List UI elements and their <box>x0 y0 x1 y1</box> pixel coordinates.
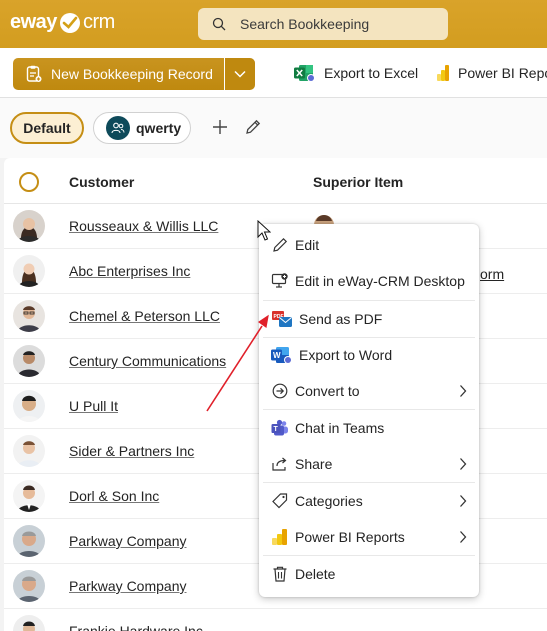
customer-link[interactable]: Parkway Company <box>69 578 187 594</box>
power-bi-icon <box>272 529 287 545</box>
command-bar: New Bookkeeping Record Export to Excel P… <box>0 48 547 98</box>
view-qwerty-label: qwerty <box>136 120 182 136</box>
views-bar: Default qwerty <box>0 98 547 158</box>
chevron-right-icon <box>460 458 467 470</box>
avatar <box>13 345 45 377</box>
avatar <box>13 435 45 467</box>
grid-header: Customer Superior Item <box>4 158 547 204</box>
menu-label: Chat in Teams <box>295 420 385 436</box>
view-qwerty-pill[interactable]: qwerty <box>93 112 191 144</box>
menu-item-edit[interactable]: Edit <box>259 227 479 263</box>
customer-link[interactable]: Frankie Hardware Inc <box>69 623 203 631</box>
convert-arrow-icon <box>272 383 288 399</box>
menu-label: Power BI Reports <box>295 529 405 545</box>
export-to-excel-button[interactable]: Export to Excel <box>294 64 418 82</box>
svg-text:T: T <box>274 426 279 433</box>
teams-icon: T <box>271 419 288 436</box>
edit-view-pencil-icon[interactable] <box>244 118 262 136</box>
customer-link[interactable]: Dorl & Son Inc <box>69 488 159 504</box>
avatar <box>13 480 45 512</box>
view-default-pill[interactable]: Default <box>10 112 84 144</box>
avatar <box>13 525 45 557</box>
avatar <box>13 210 45 242</box>
desktop-edit-icon <box>271 273 288 288</box>
customer-link[interactable]: U Pull It <box>69 398 118 414</box>
avatar <box>13 570 45 602</box>
app-header: eway crm Search Bookkeeping <box>0 0 547 48</box>
select-all-checkbox[interactable] <box>19 172 39 192</box>
menu-item-export-word[interactable]: W Export to Word <box>259 337 479 373</box>
menu-item-categories[interactable]: Categories <box>259 483 479 519</box>
logo-check-icon <box>59 12 80 33</box>
table-row[interactable]: Frankie Hardware Inc <box>4 609 547 631</box>
chevron-down-icon <box>234 70 246 78</box>
customer-link[interactable]: Rousseaux & Willis LLC <box>69 218 218 234</box>
power-bi-icon <box>437 65 449 81</box>
menu-item-delete[interactable]: Delete <box>259 556 479 592</box>
chevron-right-icon <box>460 495 467 507</box>
menu-item-convert-to[interactable]: Convert to <box>259 373 479 409</box>
power-bi-label: Power BI Repo <box>458 65 547 81</box>
customer-link[interactable]: Chemel & Peterson LLC <box>69 308 220 324</box>
menu-label: Edit in eWay-CRM Desktop <box>295 273 465 289</box>
add-view-icon[interactable] <box>211 118 229 136</box>
menu-label: Send as PDF <box>299 311 383 327</box>
mouse-cursor-icon <box>257 220 271 241</box>
customer-link[interactable]: Sider & Partners Inc <box>69 443 194 459</box>
column-header-superior-item[interactable]: Superior Item <box>313 174 403 190</box>
share-icon <box>272 457 287 471</box>
search-placeholder: Search Bookkeeping <box>240 16 370 32</box>
menu-label: Delete <box>295 566 336 582</box>
view-default-label: Default <box>23 120 71 136</box>
eway-crm-logo[interactable]: eway crm <box>10 11 115 34</box>
chevron-right-icon <box>460 385 467 397</box>
search-input[interactable]: Search Bookkeeping <box>198 8 448 40</box>
superior-item-link[interactable]: orm <box>480 266 504 282</box>
chevron-right-icon <box>460 531 467 543</box>
new-record-label: New Bookkeeping Record <box>51 66 213 82</box>
logo-text-left: eway <box>10 11 57 33</box>
avatar <box>13 390 45 422</box>
search-icon <box>212 17 226 31</box>
power-bi-reports-button[interactable]: Power BI Repo <box>436 64 547 82</box>
customer-link[interactable]: Parkway Company <box>69 533 187 549</box>
menu-item-send-pdf[interactable]: PDF Send as PDF <box>259 301 479 337</box>
excel-icon <box>294 65 315 82</box>
svg-text:W: W <box>273 351 281 360</box>
logo-text-right: crm <box>82 11 115 33</box>
menu-label: Share <box>295 456 333 472</box>
avatar <box>13 615 45 631</box>
avatar <box>13 300 45 332</box>
trash-icon <box>273 566 287 582</box>
people-icon <box>106 116 130 140</box>
menu-item-share[interactable]: Share <box>259 446 479 482</box>
menu-label: Categories <box>295 493 363 509</box>
column-header-customer[interactable]: Customer <box>69 174 134 190</box>
menu-label: Convert to <box>295 383 360 399</box>
new-record-dropdown-button[interactable] <box>225 58 255 90</box>
menu-label: Export to Word <box>299 347 393 363</box>
menu-label: Edit <box>295 237 320 253</box>
menu-item-edit-desktop[interactable]: Edit in eWay-CRM Desktop <box>259 263 479 299</box>
customer-link[interactable]: Century Communications <box>69 353 226 369</box>
context-menu: Edit Edit in eWay-CRM Desktop PDF Send a… <box>259 224 479 597</box>
new-bookkeeping-record-button[interactable]: New Bookkeeping Record <box>13 58 224 90</box>
tag-icon <box>272 493 288 509</box>
word-icon: W <box>271 347 292 364</box>
menu-item-chat-teams[interactable]: T Chat in Teams <box>259 410 479 446</box>
pencil-icon <box>273 237 288 252</box>
menu-item-power-bi-reports[interactable]: Power BI Reports <box>259 519 479 555</box>
avatar <box>13 255 45 287</box>
new-record-icon <box>26 65 42 82</box>
pdf-mail-icon: PDF <box>272 311 292 327</box>
export-excel-label: Export to Excel <box>324 65 419 81</box>
customer-link[interactable]: Abc Enterprises Inc <box>69 263 190 279</box>
